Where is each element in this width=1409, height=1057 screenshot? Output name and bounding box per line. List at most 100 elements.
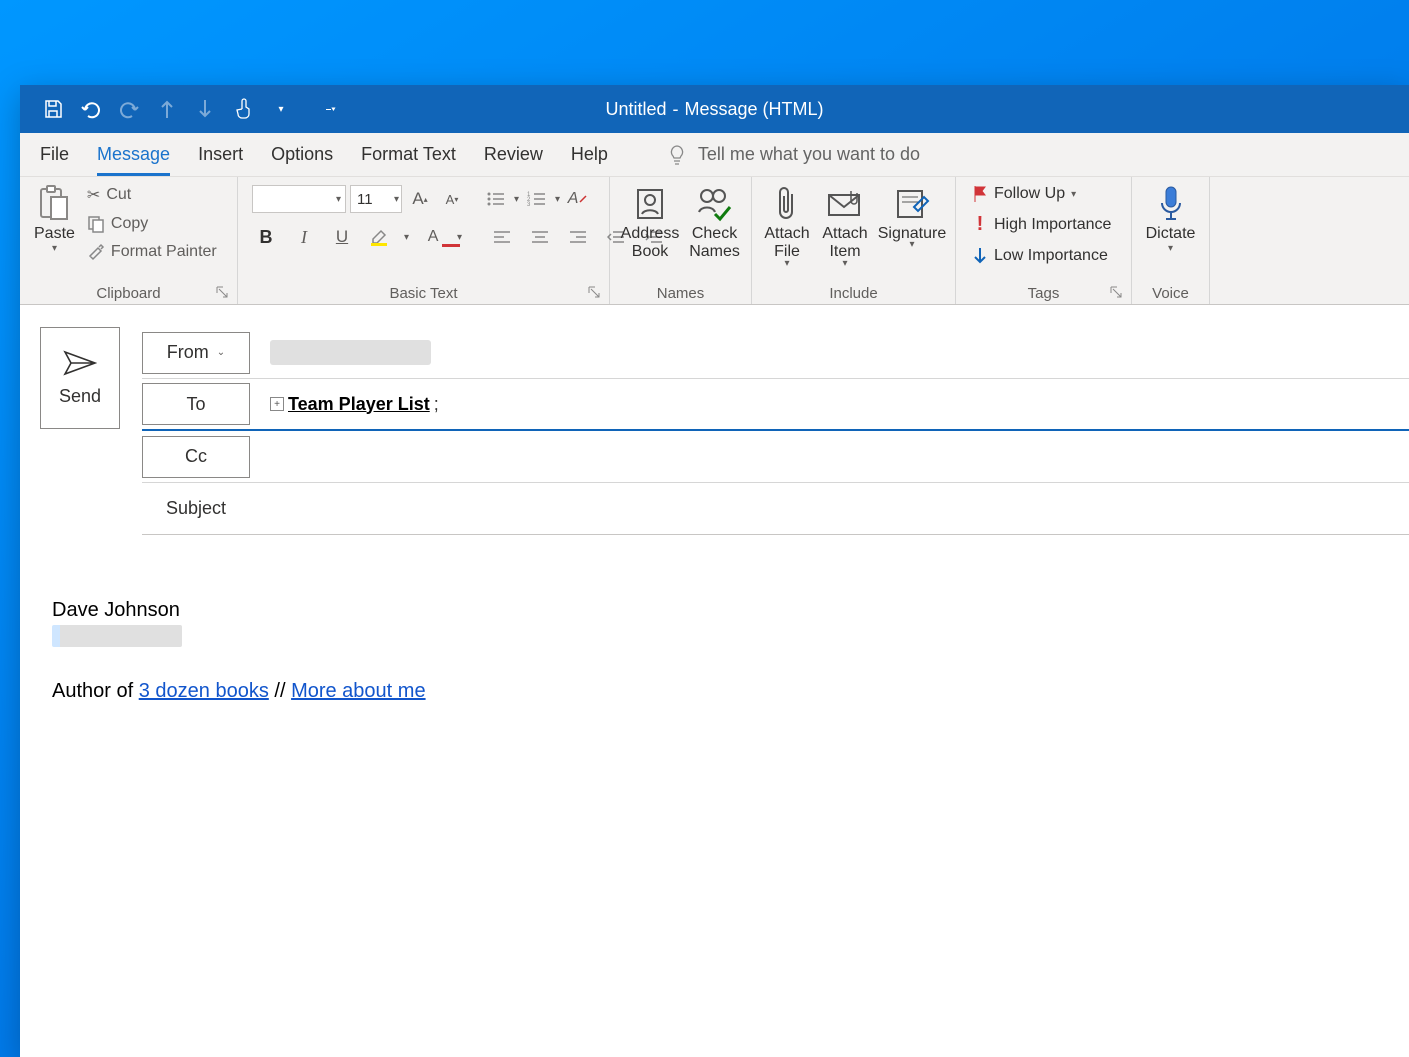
cut-button[interactable]: ✂ Cut <box>83 183 221 207</box>
attach-item-button[interactable]: Attach Item ▾ <box>816 181 874 269</box>
chevron-down-icon: ▾ <box>909 239 914 250</box>
titlebar: ▾ ⎯▾ Untitled - Message (HTML) <box>20 85 1409 133</box>
cut-label: Cut <box>106 186 131 204</box>
signature-line-redacted <box>52 625 182 647</box>
to-label: To <box>186 394 205 415</box>
high-importance-button[interactable]: ! High Importance <box>968 211 1115 238</box>
tab-file[interactable]: File <box>40 133 69 176</box>
chevron-down-icon: ▾ <box>784 258 789 269</box>
microphone-icon <box>1158 183 1184 225</box>
dictate-label: Dictate <box>1146 225 1196 243</box>
next-item-icon[interactable] <box>194 98 216 120</box>
low-label: Low Importance <box>994 247 1108 265</box>
dictate-button[interactable]: Dictate ▾ <box>1138 181 1203 254</box>
compose-area: Send From⌄ xxxxxxxxxxxxxxxxx To + Team P… <box>20 305 1409 706</box>
bullets-button[interactable] <box>482 185 510 213</box>
exclaim-icon: ! <box>972 213 988 236</box>
highlight-button[interactable] <box>366 223 394 251</box>
send-label: Send <box>59 386 101 407</box>
attach-file-label: Attach File <box>764 225 809 262</box>
scissors-icon: ✂ <box>87 185 100 205</box>
undo-icon[interactable] <box>80 98 102 120</box>
to-field[interactable]: + Team Player List; <box>270 394 1409 415</box>
redo-icon[interactable] <box>118 98 140 120</box>
high-label: High Importance <box>994 216 1111 234</box>
touch-mode-icon[interactable] <box>232 98 254 120</box>
group-label-tags: Tags <box>962 283 1125 304</box>
send-icon <box>63 350 97 376</box>
to-button[interactable]: To <box>142 383 250 425</box>
dialog-launcher-icon[interactable] <box>215 285 229 299</box>
signature-button[interactable]: Signature ▾ <box>874 181 950 250</box>
group-tags: Follow Up▾ ! High Importance Low Importan… <box>956 177 1132 304</box>
group-clipboard: Paste ▾ ✂ Cut Copy Format Painter Clipboa… <box>20 177 238 304</box>
paste-button[interactable]: Paste ▾ <box>26 181 83 254</box>
chevron-down-icon: ▾ <box>842 258 847 269</box>
tab-review[interactable]: Review <box>484 133 543 176</box>
group-label-basic-text: Basic Text <box>244 283 603 304</box>
chevron-down-icon[interactable]: ▾ <box>270 98 292 120</box>
tab-insert[interactable]: Insert <box>198 133 243 176</box>
font-color-button[interactable]: A <box>419 223 447 251</box>
from-field[interactable]: xxxxxxxxxxxxxxxxx <box>270 340 1409 365</box>
group-names: Address Book Check Names Names <box>610 177 752 304</box>
attach-item-label: Attach Item <box>822 225 867 262</box>
lightbulb-icon <box>666 144 688 166</box>
format-painter-button[interactable]: Format Painter <box>83 241 221 263</box>
numbering-button[interactable]: 123 <box>523 185 551 213</box>
bold-button[interactable]: B <box>252 223 280 251</box>
about-link[interactable]: More about me <box>291 680 426 702</box>
from-button[interactable]: From⌄ <box>142 332 250 374</box>
tab-help[interactable]: Help <box>571 133 608 176</box>
font-size-value: 11 <box>357 191 373 208</box>
check-names-button[interactable]: Check Names <box>684 181 745 262</box>
dialog-launcher-icon[interactable] <box>587 285 601 299</box>
underline-button[interactable]: U <box>328 223 356 251</box>
title-prefix: Untitled <box>605 99 666 120</box>
tab-format-text[interactable]: Format Text <box>361 133 456 176</box>
tab-options[interactable]: Options <box>271 133 333 176</box>
dialog-launcher-icon[interactable] <box>1109 285 1123 299</box>
italic-button[interactable]: I <box>290 223 318 251</box>
align-left-button[interactable] <box>488 223 516 251</box>
send-button[interactable]: Send <box>40 327 120 429</box>
paste-label: Paste <box>34 225 75 243</box>
copy-icon <box>87 215 105 233</box>
group-label-clipboard: Clipboard <box>26 283 231 304</box>
signature-name: Dave Johnson <box>52 595 1409 625</box>
attach-item-icon <box>827 183 863 225</box>
font-size-dropdown[interactable]: 11▾ <box>350 185 402 213</box>
tab-message[interactable]: Message <box>97 133 170 176</box>
address-book-label: Address Book <box>621 225 680 262</box>
low-importance-button[interactable]: Low Importance <box>968 244 1115 268</box>
recipient-chip[interactable]: + Team Player List; <box>270 394 439 415</box>
save-icon[interactable] <box>42 98 64 120</box>
attach-file-button[interactable]: Attach File ▾ <box>758 181 816 269</box>
shrink-font-button[interactable]: A▾ <box>438 185 466 213</box>
follow-up-button[interactable]: Follow Up▾ <box>968 183 1115 205</box>
address-book-button[interactable]: Address Book <box>616 181 684 262</box>
subject-label: Subject <box>142 498 250 519</box>
recipient-name: Team Player List <box>288 394 430 415</box>
customize-qa-icon[interactable]: ⎯▾ <box>320 98 342 120</box>
chevron-down-icon: ⌄ <box>217 347 225 358</box>
clear-formatting-button[interactable]: A <box>564 185 592 213</box>
tell-me-placeholder: Tell me what you want to do <box>698 144 920 165</box>
align-right-button[interactable] <box>564 223 592 251</box>
cc-button[interactable]: Cc <box>142 436 250 478</box>
author-prefix: Author of <box>52 680 139 702</box>
expand-icon[interactable]: + <box>270 397 284 411</box>
font-name-dropdown[interactable]: ▾ <box>252 185 346 213</box>
grow-font-button[interactable]: A▴ <box>406 185 434 213</box>
message-body[interactable]: Dave Johnson Author of 3 dozen books // … <box>40 535 1409 706</box>
from-value-redacted: xxxxxxxxxxxxxxxxx <box>270 340 431 365</box>
copy-button[interactable]: Copy <box>83 213 221 235</box>
books-link[interactable]: 3 dozen books <box>139 680 269 702</box>
align-center-button[interactable] <box>526 223 554 251</box>
tell-me-search[interactable]: Tell me what you want to do <box>666 144 920 166</box>
title-suffix: Message (HTML) <box>685 99 824 120</box>
group-voice: Dictate ▾ Voice <box>1132 177 1210 304</box>
prev-item-icon[interactable] <box>156 98 178 120</box>
group-label-include: Include <box>758 283 949 304</box>
outlook-compose-window: ▾ ⎯▾ Untitled - Message (HTML) File Mess… <box>20 85 1409 1057</box>
